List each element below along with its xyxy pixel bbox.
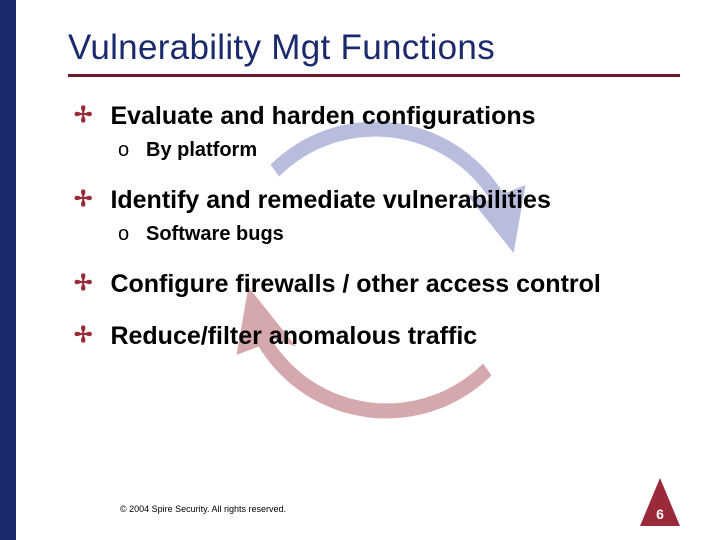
circle-bullet-icon: o (118, 137, 132, 163)
item-text: Configure firewalls / other access contr… (110, 269, 600, 299)
circle-bullet-icon: o (118, 221, 132, 247)
list-item: ✢ Reduce/filter anomalous traffic (68, 321, 680, 351)
sub-list-item: o Software bugs (118, 221, 680, 247)
plus-icon: ✢ (74, 185, 92, 213)
slide-number: 6 (640, 506, 680, 522)
item-text: Reduce/filter anomalous traffic (110, 321, 477, 351)
title-underline (68, 74, 680, 77)
slide-content: Vulnerability Mgt Functions ✢ Evaluate a… (16, 0, 720, 540)
sub-item-text: By platform (146, 137, 257, 163)
list-item: ✢ Identify and remediate vulnerabilities… (68, 185, 680, 247)
copyright-footer: © 2004 Spire Security. All rights reserv… (120, 504, 286, 514)
list-item: ✢ Configure firewalls / other access con… (68, 269, 680, 299)
slide-title: Vulnerability Mgt Functions (68, 28, 680, 68)
bullet-list: ✢ Evaluate and harden configurations o B… (68, 101, 680, 351)
item-text: Evaluate and harden configurations (110, 101, 535, 131)
sub-item-text: Software bugs (146, 221, 284, 247)
list-item: ✢ Evaluate and harden configurations o B… (68, 101, 680, 163)
sub-list-item: o By platform (118, 137, 680, 163)
plus-icon: ✢ (74, 269, 92, 297)
item-text: Identify and remediate vulnerabilities (110, 185, 550, 215)
plus-icon: ✢ (74, 101, 92, 129)
plus-icon: ✢ (74, 321, 92, 349)
left-accent-bar (0, 0, 16, 540)
slide-number-badge: 6 (640, 478, 680, 526)
